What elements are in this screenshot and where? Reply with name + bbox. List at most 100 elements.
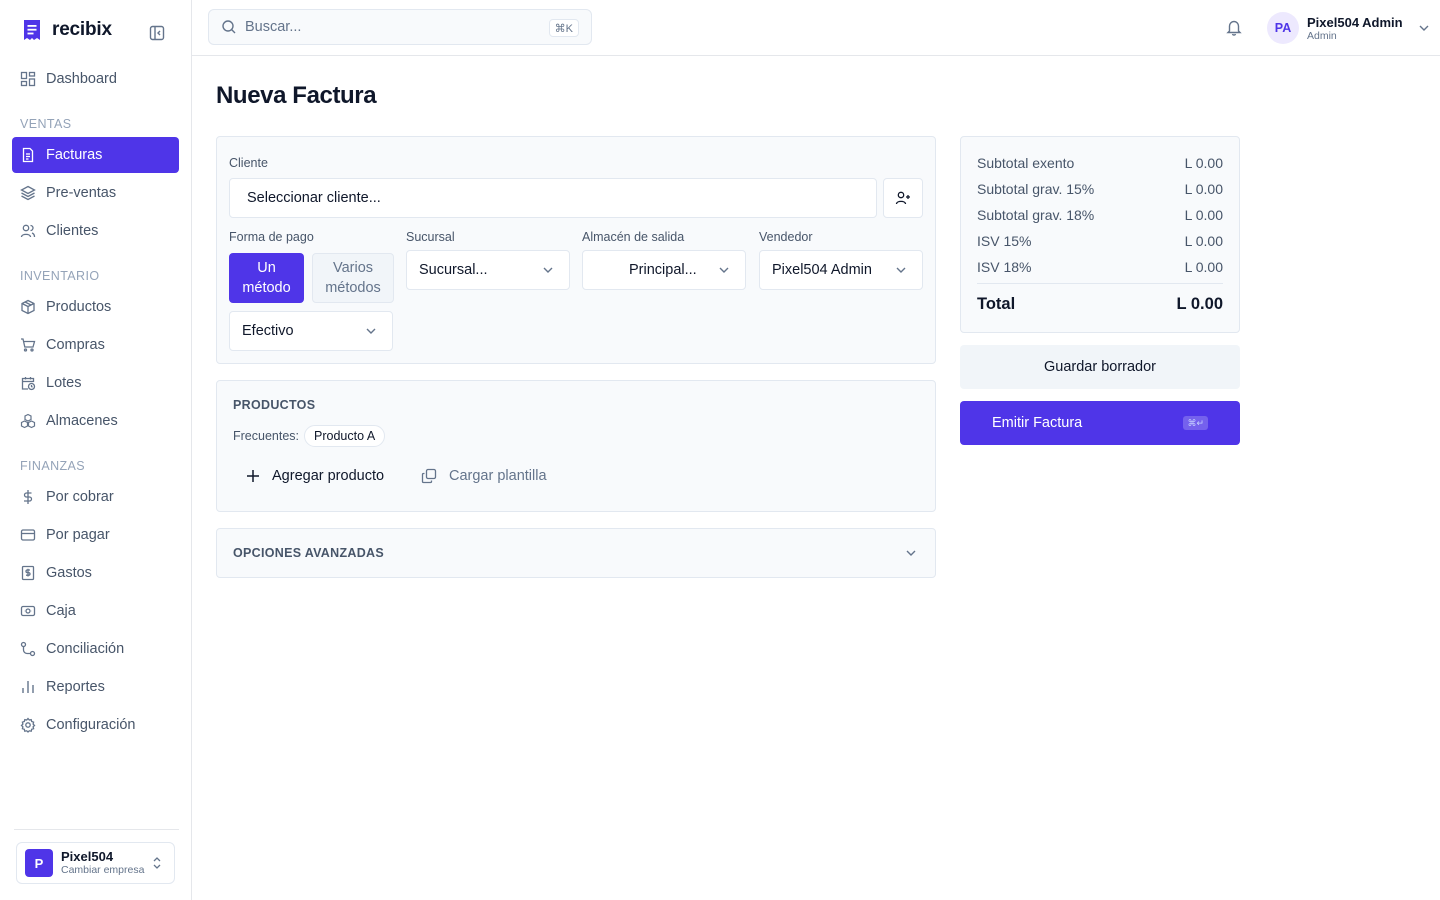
sidebar-item-label: Almacenes <box>46 413 118 429</box>
totals-label: Subtotal grav. 15% <box>977 181 1095 197</box>
sidebar-collapse-icon[interactable] <box>148 24 166 42</box>
cliente-label: Cliente <box>229 156 268 170</box>
calendar-clock-icon <box>21 377 36 391</box>
sidebar-item-label: Lotes <box>46 375 82 391</box>
sidebar-item-productos[interactable]: Productos <box>12 289 179 325</box>
users-icon <box>20 224 36 238</box>
select-value: Sucursal... <box>419 262 488 278</box>
frequent-product-chip[interactable]: Producto A <box>304 425 386 447</box>
add-product-button[interactable]: Agregar producto <box>246 468 384 484</box>
frequent-label: Frecuentes: <box>233 429 300 443</box>
chevron-down-icon <box>543 267 553 273</box>
emit-shortcut: ⌘↵ <box>1183 416 1208 430</box>
document-icon <box>22 147 34 163</box>
receipt-logo-icon <box>24 20 40 40</box>
banknote-icon <box>20 605 36 617</box>
chevrons-up-down-icon <box>153 857 161 869</box>
sidebar-item-lotes[interactable]: Lotes <box>12 365 179 401</box>
almacen-select[interactable]: Principal... <box>582 250 746 290</box>
advanced-options-heading: OPCIONES AVANZADAS <box>233 546 385 560</box>
sidebar: recibix Dashboard VENTAS Facturas Pre-ve… <box>0 0 192 900</box>
chevron-down-icon <box>1419 25 1429 31</box>
user-name: Pixel504 Admin <box>1307 14 1403 30</box>
chevron-down-icon <box>896 267 906 273</box>
sidebar-item-label: Gastos <box>46 565 92 581</box>
section-label-finanzas: FINANZAS <box>20 459 86 473</box>
totals-row: ISV 15% L 0.00 <box>977 233 1223 249</box>
sidebar-item-label: Productos <box>46 299 112 315</box>
sidebar-item-conciliacion[interactable]: Conciliación <box>12 631 179 667</box>
toggle-text: métodos <box>325 280 381 296</box>
add-client-button[interactable] <box>883 178 923 218</box>
total-label: Total <box>977 295 1016 313</box>
totals-value: L 0.00 <box>1184 259 1223 275</box>
sidebar-item-label: Facturas <box>46 147 103 163</box>
sidebar-item-por-cobrar[interactable]: Por cobrar <box>12 479 179 515</box>
user-menu[interactable]: PA Pixel504 Admin Admin <box>1267 12 1431 44</box>
company-badge: P <box>25 849 53 877</box>
forma-pago-label: Forma de pago <box>229 230 314 244</box>
brand[interactable]: recibix <box>22 19 112 41</box>
sidebar-item-almacenes[interactable]: Almacenes <box>12 403 179 439</box>
load-template-button[interactable]: Cargar plantilla <box>421 468 547 484</box>
bell-icon[interactable] <box>1225 18 1243 36</box>
products-card: PRODUCTOS Frecuentes: Producto A Agregar… <box>216 380 936 512</box>
add-product-label: Agregar producto <box>272 468 385 484</box>
topbar: ⌘K PA Pixel504 Admin Admin <box>192 0 1440 56</box>
total-value: L 0.00 <box>1176 295 1223 313</box>
sucursal-select[interactable]: Sucursal... <box>406 250 570 290</box>
sidebar-item-label: Caja <box>46 603 76 619</box>
vendedor-label: Vendedor <box>759 230 813 244</box>
totals-row: Subtotal exento L 0.00 <box>977 155 1223 171</box>
totals-label: ISV 18% <box>977 259 1032 275</box>
totals-row: Subtotal grav. 15% L 0.00 <box>977 181 1223 197</box>
sidebar-item-facturas[interactable]: Facturas <box>12 137 179 173</box>
chevron-down-icon <box>366 328 376 334</box>
totals-value: L 0.00 <box>1184 181 1223 197</box>
sidebar-item-dashboard[interactable]: Dashboard <box>12 61 179 97</box>
sidebar-item-por-pagar[interactable]: Por pagar <box>12 517 179 553</box>
advanced-options-toggle[interactable]: OPCIONES AVANZADAS <box>216 528 936 578</box>
layers-icon <box>20 185 36 201</box>
search-box[interactable]: ⌘K <box>208 9 592 45</box>
sidebar-item-caja[interactable]: Caja <box>12 593 179 629</box>
totals-label: Subtotal exento <box>977 155 1075 171</box>
sidebar-item-configuracion[interactable]: Configuración <box>12 707 179 743</box>
totals-value: L 0.00 <box>1184 233 1223 249</box>
totals-label: Subtotal grav. 18% <box>977 207 1095 223</box>
sidebar-item-compras[interactable]: Compras <box>12 327 179 363</box>
sidebar-item-label: Compras <box>46 337 105 353</box>
vendedor-select[interactable]: Pixel504 Admin <box>759 250 923 290</box>
sidebar-item-label: Pre-ventas <box>46 185 117 201</box>
sidebar-item-gastos[interactable]: Gastos <box>12 555 179 591</box>
toggle-text: método <box>242 280 291 296</box>
cart-icon <box>21 338 36 352</box>
totals-value: L 0.00 <box>1184 207 1223 223</box>
search-icon <box>222 20 236 34</box>
section-label-inventario: INVENTARIO <box>20 269 100 283</box>
company-name: Pixel504 <box>61 849 114 864</box>
payment-method-select[interactable]: Efectivo <box>229 311 393 351</box>
sidebar-item-reportes[interactable]: Reportes <box>12 669 179 705</box>
boxes-icon <box>20 413 36 429</box>
totals-value: L 0.00 <box>1184 155 1223 171</box>
sidebar-item-pre-ventas[interactable]: Pre-ventas <box>12 175 179 211</box>
sidebar-item-label: Por pagar <box>46 527 110 543</box>
invoice-header-card: Cliente Seleccionar cliente... Forma de … <box>216 136 936 364</box>
multi-method-toggle[interactable]: Varios métodos <box>312 253 394 303</box>
emit-invoice-button[interactable]: Emitir Factura ⌘↵ <box>960 401 1240 445</box>
save-draft-button[interactable]: Guardar borrador <box>960 345 1240 389</box>
sidebar-item-label: Dashboard <box>46 71 117 87</box>
user-role: Admin <box>1307 29 1337 42</box>
load-template-label: Cargar plantilla <box>449 468 547 484</box>
bar-chart-icon <box>22 681 34 693</box>
search-input[interactable] <box>245 19 545 35</box>
sidebar-item-clientes[interactable]: Clientes <box>12 213 179 249</box>
cliente-select[interactable]: Seleccionar cliente... <box>229 178 877 218</box>
page-title: Nueva Factura <box>216 82 377 109</box>
single-method-toggle[interactable]: Un método <box>229 253 304 303</box>
divider <box>14 829 179 830</box>
company-switcher[interactable]: P Pixel504 Cambiar empresa <box>16 842 175 884</box>
select-value: Pixel504 Admin <box>772 262 872 278</box>
sidebar-item-label: Conciliación <box>46 641 125 657</box>
